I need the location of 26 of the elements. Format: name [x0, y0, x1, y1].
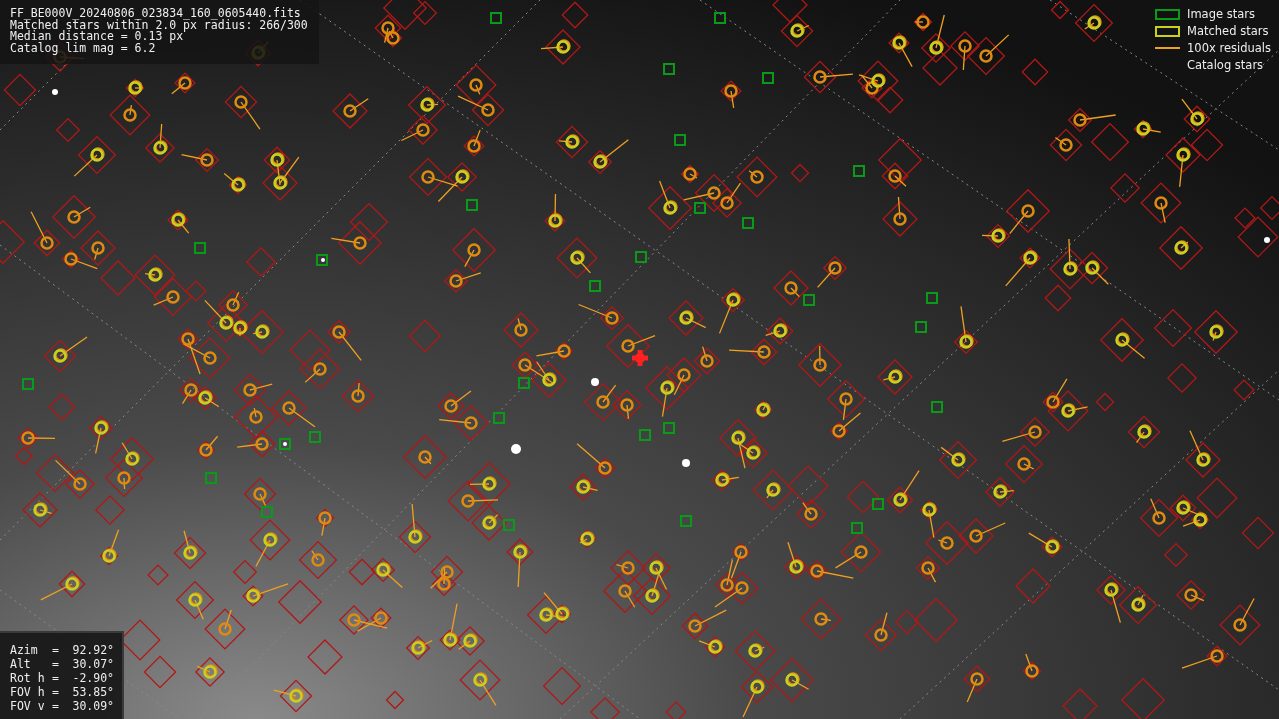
legend-label: 100x residuals: [1187, 41, 1271, 55]
pointing-label: Alt: [10, 658, 32, 671]
legend-label: Image stars: [1187, 7, 1255, 21]
equals-sign: =: [52, 658, 60, 671]
equals-sign: =: [52, 700, 60, 713]
pointing-value: -2.90°: [72, 672, 114, 685]
line-icon: [1155, 47, 1180, 49]
pointing-value: 30.07°: [72, 658, 114, 671]
info-text: Matched stars within 2.0 px radius: 266/300: [10, 19, 309, 31]
equals-sign: =: [52, 644, 60, 657]
info-text: Catalog lim mag = 6.2: [10, 42, 157, 54]
pointing-label: FOV h: [10, 686, 46, 699]
legend-label: Matched stars: [1187, 24, 1269, 38]
pointing-label: Azim: [10, 644, 39, 657]
info-text: Median distance = 0.13 px: [10, 31, 184, 43]
info-text: FF_BE000V_20240806_023834_160_0605440.fits: [10, 8, 302, 20]
legend-label: Catalog stars: [1187, 58, 1264, 72]
pointing-value: 30.09°: [72, 700, 114, 713]
matched-star-rectangle-icon: [1155, 25, 1180, 37]
equals-sign: =: [52, 672, 60, 685]
image-star-rectangle-icon: [1155, 8, 1180, 20]
equals-sign: =: [52, 686, 60, 699]
pointing-value: 92.92°: [72, 644, 114, 657]
pointing-value: 53.85°: [72, 686, 114, 699]
pointing-label: Rot h: [10, 672, 46, 685]
pointing-label: FOV v: [10, 700, 46, 713]
